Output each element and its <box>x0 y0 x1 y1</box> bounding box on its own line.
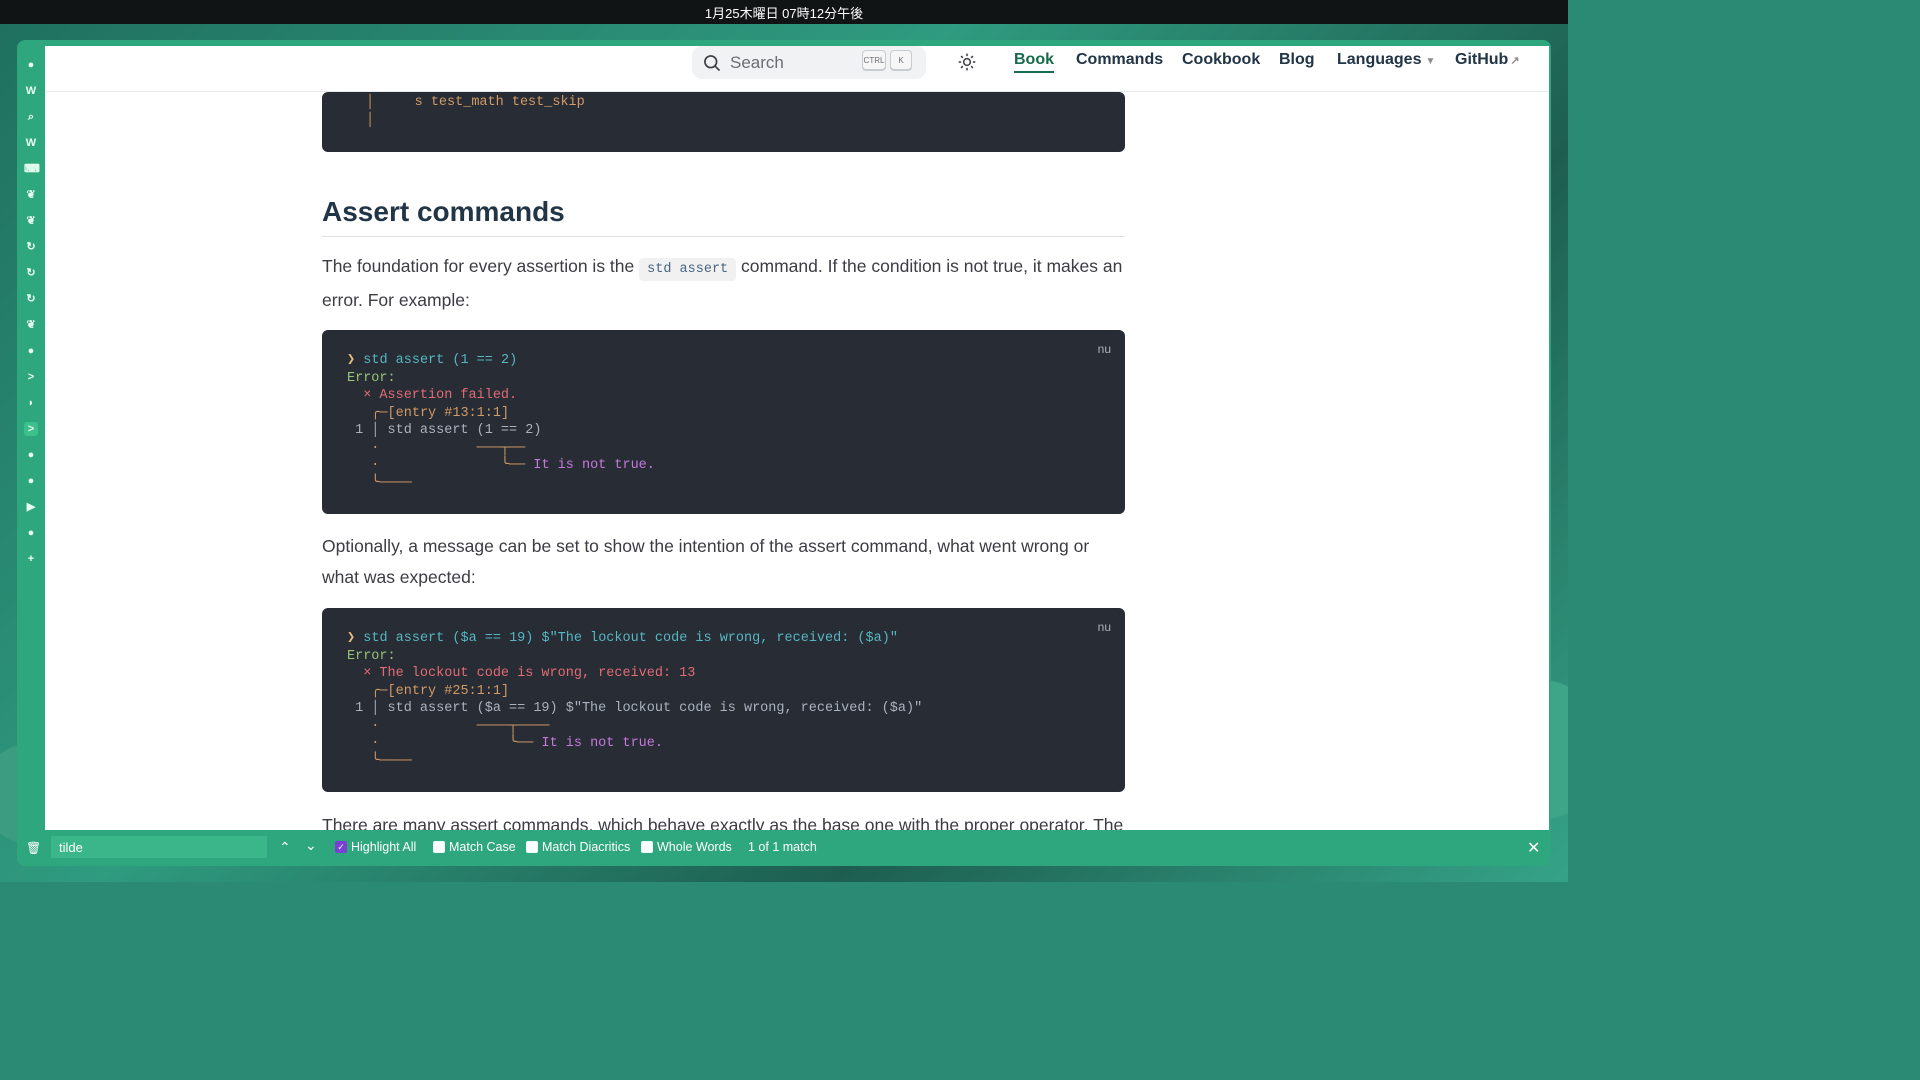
find-bar: 🗑 ⌃ ⌄ ✓ Highlight All Match Case Match Di… <box>17 830 1551 866</box>
code1-note: It is not true. <box>533 458 655 473</box>
checkbox-box <box>641 841 653 853</box>
code-lang-label: nu <box>1097 620 1111 634</box>
code1-end: ╰──── <box>347 475 412 491</box>
keyboard-icon[interactable]: ⌨ <box>24 162 40 176</box>
code-prev-content: │ s test_math test_skip │ <box>366 95 585 128</box>
highlight-all-label: Highlight All <box>351 840 417 854</box>
leaf-icon[interactable]: ❦ <box>24 214 38 228</box>
github-icon[interactable]: ● <box>24 474 38 488</box>
github-icon[interactable]: ● <box>24 448 38 462</box>
chevron-down-icon: ▼ <box>1425 56 1436 67</box>
check-icon: ✓ <box>335 841 347 853</box>
code-lang-label: nu <box>1097 342 1111 356</box>
nav-github[interactable]: GitHub ↗ <box>1455 51 1520 69</box>
code1-line: 1 │ std assert (1 == 2) <box>347 423 542 438</box>
code1-command: std assert (1 == 2) <box>363 353 518 368</box>
leaf-icon[interactable]: ❦ <box>24 318 38 332</box>
search-placeholder: Search <box>730 52 784 72</box>
code2-error: Error: <box>347 648 396 664</box>
github-icon[interactable]: ● <box>24 344 38 358</box>
history-icon[interactable]: ↻ <box>24 266 38 280</box>
history-icon[interactable]: ↻ <box>24 240 38 254</box>
sun-icon[interactable] <box>957 52 977 72</box>
code-block-assert-message: nu ❯ std assert ($a == 19) $"The lockout… <box>322 608 1125 792</box>
code1-content: ❯ std assert (1 == 2) Error: × Assertion… <box>322 330 1125 492</box>
search-icon[interactable]: ⌕ <box>24 110 38 124</box>
inline-code-std-assert: std assert <box>639 258 737 281</box>
code2-pointer: · ╰── <box>347 736 542 751</box>
code2-line: 1 │ std assert ($a == 19) $"The lockout … <box>347 701 923 716</box>
browser-window: ● W ⌕ W ⌨ ❦ ❦ ↻ ↻ ↻ ❦ ● > ◗ > ● ● ▶ ● + Search CTRL K Book … <box>17 40 1551 866</box>
history-icon[interactable]: ↻ <box>24 292 38 306</box>
kbd-ctrl: CTRL <box>862 50 886 70</box>
whole-words-label: Whole Words <box>657 840 732 854</box>
code1-underline: · ───┬── <box>347 440 526 456</box>
terminal-icon[interactable]: > <box>24 422 38 436</box>
section-heading: Assert commands <box>322 196 1125 237</box>
paragraph-many-asserts: There are many assert commands, which be… <box>322 815 1124 830</box>
find-status: 1 of 1 match <box>748 840 817 854</box>
code1-fail: × Assertion failed. <box>363 388 518 403</box>
code-prev-line: s test_math test_skip <box>414 95 585 110</box>
search-icon <box>704 54 721 71</box>
whole-words-checkbox[interactable]: Whole Words <box>641 840 732 854</box>
prompt-icon: ❯ <box>347 353 356 368</box>
code2-note: It is not true. <box>541 736 663 751</box>
paragraph-message: Optionally, a message can be set to show… <box>322 536 1090 587</box>
nav-blog[interactable]: Blog <box>1279 51 1315 69</box>
nav-cookbook[interactable]: Cookbook <box>1182 51 1260 69</box>
site-navbar: Search CTRL K Book Commands Cookbook Blo… <box>45 46 1549 92</box>
trash-icon[interactable]: 🗑 <box>26 841 41 855</box>
prompt-icon: ❯ <box>347 631 356 646</box>
search-box[interactable]: Search CTRL K <box>692 46 926 79</box>
code2-entry: ╭─[entry #25:1:1] <box>371 683 510 699</box>
match-case-checkbox[interactable]: Match Case <box>433 840 516 854</box>
code-block-previous: │ s test_math test_skip │ <box>322 92 1125 152</box>
youtube-icon[interactable]: ▶ <box>24 500 38 514</box>
arc-icon[interactable]: ◗ <box>24 396 38 410</box>
github-icon[interactable]: ● <box>24 526 38 540</box>
match-case-label: Match Case <box>449 840 516 854</box>
highlight-all-checkbox[interactable]: ✓ Highlight All <box>335 840 416 854</box>
find-input[interactable] <box>51 836 267 858</box>
code2-end: ╰──── <box>347 753 412 769</box>
code2-underline: · ────┬──── <box>347 718 550 734</box>
nav-commands[interactable]: Commands <box>1076 51 1163 69</box>
browser-sidebar: ● W ⌕ W ⌨ ❦ ❦ ↻ ↻ ↻ ❦ ● > ◗ > ● ● ▶ ● + <box>17 46 45 826</box>
code1-entry: ╭─[entry #13:1:1] <box>371 405 510 421</box>
chevron-down-icon[interactable]: ⌄ <box>305 837 317 854</box>
nav-github-label: GitHub <box>1455 51 1509 68</box>
code-block-assert: nu ❯ std assert (1 == 2) Error: × Assert… <box>322 330 1125 514</box>
code2-content: ❯ std assert ($a == 19) $"The lockout co… <box>322 608 1125 770</box>
code2-command: std assert ($a == 19) $"The lockout code… <box>363 631 898 646</box>
add-icon[interactable]: + <box>24 552 38 566</box>
close-icon[interactable]: ✕ <box>1527 838 1540 858</box>
clock[interactable]: 1月25木曜日 07時12分午後 <box>705 3 863 22</box>
code1-error: Error: <box>347 370 396 386</box>
match-diacritics-label: Match Diacritics <box>542 840 631 854</box>
paragraph-intro: The foundation for every assertion is th… <box>322 251 1125 316</box>
nav-languages-label: Languages <box>1337 51 1422 68</box>
para1-text-before: The foundation for every assertion is th… <box>322 256 635 276</box>
checkbox-box <box>526 841 538 853</box>
nav-languages[interactable]: Languages ▼ <box>1337 51 1435 69</box>
wikipedia-icon[interactable]: W <box>24 84 38 98</box>
kbd-k: K <box>890 50 912 70</box>
leaf-icon[interactable]: ❦ <box>24 188 38 202</box>
checkbox-box <box>433 841 445 853</box>
nav-book[interactable]: Book <box>1014 51 1054 73</box>
bookmark-icon[interactable]: ● <box>24 58 38 72</box>
external-link-icon: ↗ <box>1510 55 1520 67</box>
match-diacritics-checkbox[interactable]: Match Diacritics <box>526 840 630 854</box>
wikipedia-icon[interactable]: W <box>24 136 38 150</box>
chevron-up-icon[interactable]: ⌃ <box>279 839 291 856</box>
system-top-bar: 1月25木曜日 07時12分午後 <box>0 0 1568 24</box>
code1-pointer: · ╰── <box>347 458 534 473</box>
page-content: Search CTRL K Book Commands Cookbook Blo… <box>45 46 1549 830</box>
terminal-icon[interactable]: > <box>24 370 38 384</box>
code2-fail: × The lockout code is wrong, received: 1… <box>363 666 696 681</box>
